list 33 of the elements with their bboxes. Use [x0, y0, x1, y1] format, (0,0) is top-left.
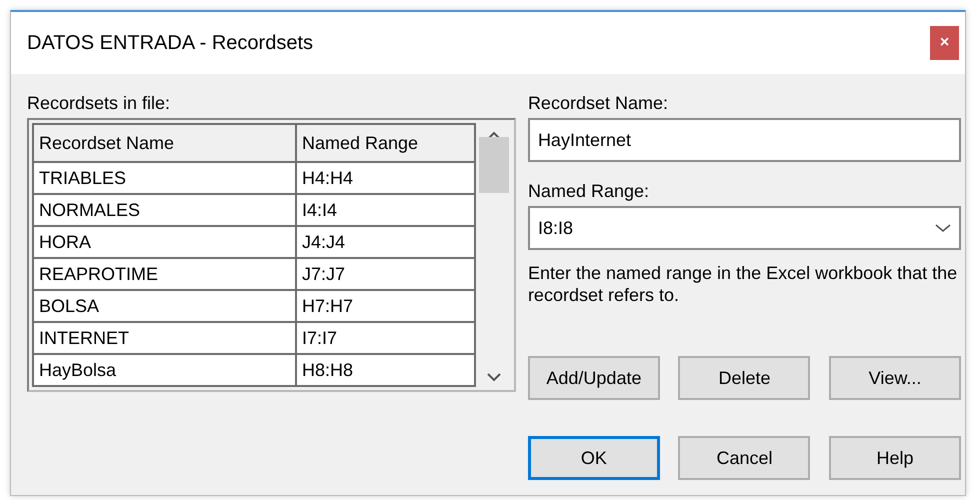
dialog-button[interactable]: Cancel: [678, 436, 810, 480]
table-cell: TRIABLES: [33, 162, 296, 194]
table-cell: INTERNET: [33, 322, 296, 354]
recordset-name-field[interactable]: HayInternet: [528, 118, 961, 162]
table-cell: I7:I7: [296, 322, 475, 354]
table-cell: HayBolsa: [33, 354, 296, 386]
table-cell: H8:H8: [296, 354, 475, 386]
table-cell: BOLSA: [33, 290, 296, 322]
field-label: Recordset Name:: [528, 92, 669, 114]
table-cell: I4:I4: [296, 194, 475, 226]
dialog-button[interactable]: Help: [829, 436, 961, 480]
column-header[interactable]: Named Range: [296, 124, 475, 162]
column-header[interactable]: Recordset Name: [33, 124, 296, 162]
scroll-down-icon[interactable]: [486, 372, 502, 382]
list-label: Recordsets in file:: [27, 92, 172, 114]
hint-text: Enter the named range in the Excel workbook that the recordset refers to.: [528, 262, 958, 306]
table-cell: H4:H4: [296, 162, 475, 194]
table-cell: REAPROTIME: [33, 258, 296, 290]
dialog-button[interactable]: Delete: [678, 356, 810, 400]
table-cell: J7:J7: [296, 258, 475, 290]
table-cell: NORMALES: [33, 194, 296, 226]
dialog-button[interactable]: Add/Update: [528, 356, 660, 400]
window-title: DATOS ENTRADA - Recordsets: [27, 31, 313, 56]
named-range-dropdown[interactable]: I8:I8: [528, 206, 961, 250]
table-cell: J4:J4: [296, 226, 475, 258]
table-cell: HORA: [33, 226, 296, 258]
close-button[interactable]: ×: [930, 26, 959, 60]
scroll-thumb[interactable]: [478, 137, 509, 193]
chevron-down-icon: [935, 223, 951, 233]
table-cell: H7:H7: [296, 290, 475, 322]
field-label: Named Range:: [528, 180, 650, 202]
dialog-button[interactable]: OK: [528, 436, 660, 480]
dialog-button[interactable]: View...: [829, 356, 961, 400]
